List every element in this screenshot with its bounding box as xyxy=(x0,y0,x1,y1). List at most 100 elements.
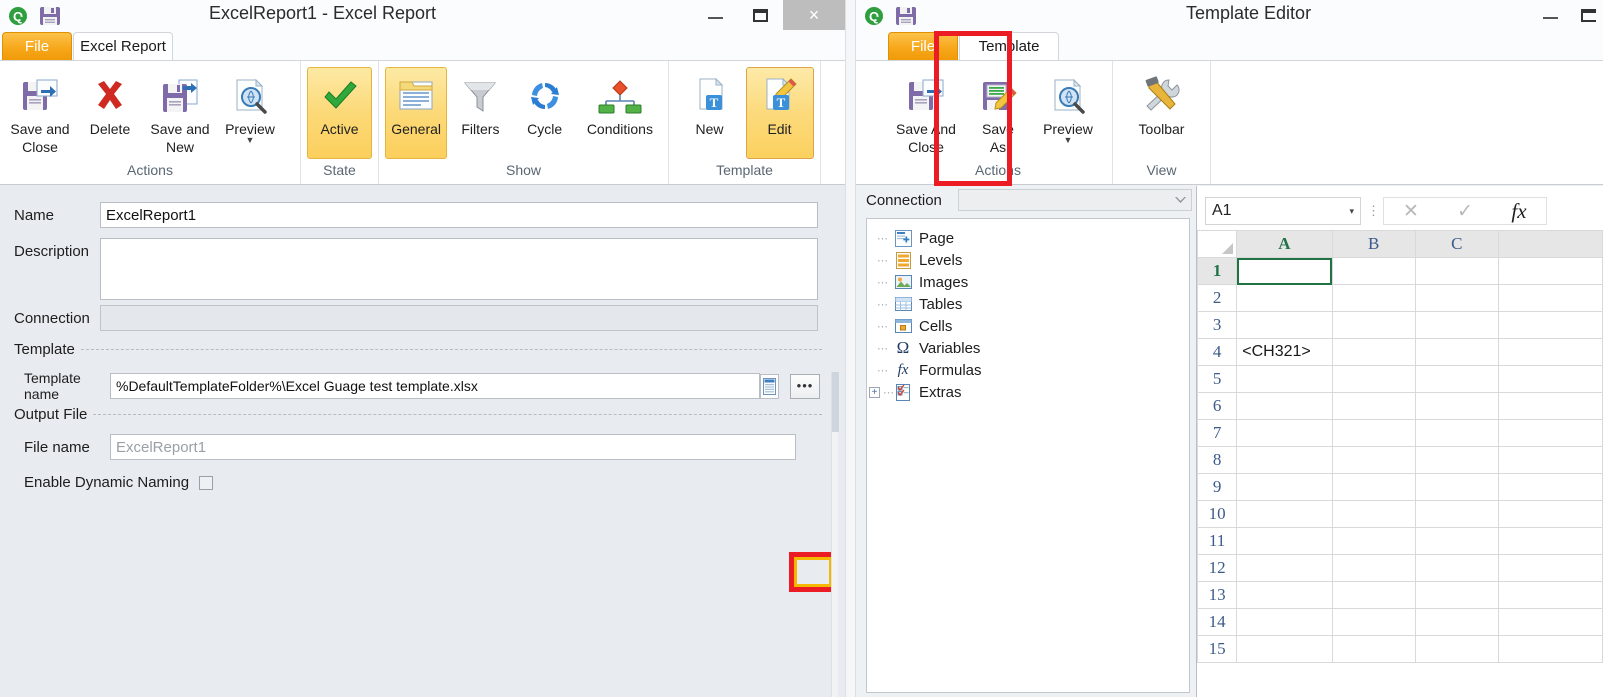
cell-d6[interactable] xyxy=(1497,392,1603,420)
row-header-11[interactable]: 11 xyxy=(1197,527,1238,555)
cell-b5[interactable] xyxy=(1331,365,1416,393)
cell-d13[interactable] xyxy=(1497,581,1603,609)
toolbar-button[interactable]: Toolbar xyxy=(1122,67,1202,153)
tab-excel-report[interactable]: Excel Report xyxy=(73,32,173,60)
cancel-formula-icon[interactable]: ✕ xyxy=(1384,198,1438,224)
template-tree[interactable]: ⋯ Page ⋯ Levels ⋯ Images ⋯ Tables ⋯ Cell… xyxy=(866,218,1190,693)
tree-item-extras[interactable]: + ⋯ Extras xyxy=(867,381,1189,403)
cell-d3[interactable] xyxy=(1497,311,1603,339)
cell-c12[interactable] xyxy=(1414,554,1499,582)
preview-button[interactable]: Preview ▼ xyxy=(1034,67,1102,153)
cell-c5[interactable] xyxy=(1414,365,1499,393)
tree-item-images[interactable]: ⋯ Images xyxy=(867,271,1189,293)
description-input[interactable] xyxy=(100,238,818,300)
tree-item-levels[interactable]: ⋯ Levels xyxy=(867,249,1189,271)
cell-c2[interactable] xyxy=(1414,284,1499,312)
template-name-input[interactable]: %DefaultTemplateFolder%\Excel Guage test… xyxy=(110,373,760,399)
cell-b3[interactable] xyxy=(1331,311,1416,339)
preview-dropdown-caret-icon[interactable]: ▼ xyxy=(246,136,255,145)
minimize-button[interactable] xyxy=(693,0,738,30)
row-header-2[interactable]: 2 xyxy=(1197,284,1238,312)
cell-b2[interactable] xyxy=(1331,284,1416,312)
row-header-15[interactable]: 15 xyxy=(1197,635,1238,663)
tree-item-formulas[interactable]: ⋯ fx Formulas xyxy=(867,359,1189,381)
cell-d1[interactable] xyxy=(1497,257,1603,285)
edit-template-button[interactable]: T Edit xyxy=(745,67,814,159)
cell-c3[interactable] xyxy=(1414,311,1499,339)
cell-b6[interactable] xyxy=(1331,392,1416,420)
cell-a7[interactable] xyxy=(1236,419,1333,447)
cell-b14[interactable] xyxy=(1331,608,1416,636)
cell-a11[interactable] xyxy=(1236,527,1333,555)
cell-c13[interactable] xyxy=(1414,581,1499,609)
cell-d2[interactable] xyxy=(1497,284,1603,312)
cell-c1[interactable] xyxy=(1414,257,1499,285)
name-box-caret-icon[interactable]: ▾ xyxy=(1349,206,1354,217)
maximize-button[interactable] xyxy=(738,0,783,30)
row-header-12[interactable]: 12 xyxy=(1197,554,1238,582)
left-scrollbar-thumb[interactable] xyxy=(832,372,839,432)
cell-b9[interactable] xyxy=(1331,473,1416,501)
tree-item-tables[interactable]: ⋯ Tables xyxy=(867,293,1189,315)
cell-d11[interactable] xyxy=(1497,527,1603,555)
cell-a9[interactable] xyxy=(1236,473,1333,501)
delete-button[interactable]: Delete xyxy=(76,67,144,153)
close-button[interactable]: × xyxy=(783,0,845,30)
row-header-4[interactable]: 4 xyxy=(1197,338,1238,366)
insert-function-icon[interactable]: fx xyxy=(1492,198,1546,224)
cell-b12[interactable] xyxy=(1331,554,1416,582)
cell-b1[interactable] xyxy=(1331,257,1416,285)
cell-b11[interactable] xyxy=(1331,527,1416,555)
cell-a14[interactable] xyxy=(1236,608,1333,636)
cell-a13[interactable] xyxy=(1236,581,1333,609)
cell-c14[interactable] xyxy=(1414,608,1499,636)
cell-b8[interactable] xyxy=(1331,446,1416,474)
cell-a15[interactable] xyxy=(1236,635,1333,663)
name-input[interactable]: ExcelReport1 xyxy=(100,202,818,228)
file-name-input[interactable]: ExcelReport1 xyxy=(110,434,796,460)
row-header-6[interactable]: 6 xyxy=(1197,392,1238,420)
column-header-d[interactable] xyxy=(1497,230,1603,258)
column-header-a[interactable]: A xyxy=(1236,230,1333,258)
template-picker-button[interactable] xyxy=(760,373,779,399)
cell-b15[interactable] xyxy=(1331,635,1416,663)
dynamic-naming-checkbox[interactable] xyxy=(199,475,214,490)
tree-item-variables[interactable]: ⋯ Ω Variables xyxy=(867,337,1189,359)
expand-extras-button[interactable]: + xyxy=(869,386,880,398)
row-header-7[interactable]: 7 xyxy=(1197,419,1238,447)
cell-b13[interactable] xyxy=(1331,581,1416,609)
cell-a8[interactable] xyxy=(1236,446,1333,474)
tab-file[interactable]: File xyxy=(2,32,72,60)
cell-d5[interactable] xyxy=(1497,365,1603,393)
cell-a1[interactable] xyxy=(1236,257,1333,285)
tree-item-cells[interactable]: ⋯ Cells xyxy=(867,315,1189,337)
row-header-3[interactable]: 3 xyxy=(1197,311,1238,339)
select-all-corner[interactable] xyxy=(1197,230,1238,258)
column-header-c[interactable]: C xyxy=(1414,230,1499,258)
cycle-button[interactable]: Cycle xyxy=(514,67,576,153)
row-header-8[interactable]: 8 xyxy=(1197,446,1238,474)
row-header-9[interactable]: 9 xyxy=(1197,473,1238,501)
spreadsheet-grid[interactable]: A B C 1 2 3 4 <CH321> 5 6 7 8 9 10 11 12… xyxy=(1197,230,1603,663)
connection-dropdown[interactable] xyxy=(958,189,1192,211)
cell-c6[interactable] xyxy=(1414,392,1499,420)
save-and-close-button[interactable]: Save and Close xyxy=(6,67,74,156)
cell-c4[interactable] xyxy=(1414,338,1499,366)
active-toggle-button[interactable]: Active xyxy=(307,67,372,159)
cell-a5[interactable] xyxy=(1236,365,1333,393)
cell-c11[interactable] xyxy=(1414,527,1499,555)
maximize-button[interactable] xyxy=(1573,0,1603,30)
cell-c9[interactable] xyxy=(1414,473,1499,501)
conditions-button[interactable]: Conditions xyxy=(578,67,662,153)
new-template-button[interactable]: T New xyxy=(676,67,744,153)
cell-a2[interactable] xyxy=(1236,284,1333,312)
name-box[interactable]: A1 ▾ xyxy=(1205,197,1361,225)
cell-a3[interactable] xyxy=(1236,311,1333,339)
cell-c10[interactable] xyxy=(1414,500,1499,528)
cell-d10[interactable] xyxy=(1497,500,1603,528)
cell-c15[interactable] xyxy=(1414,635,1499,663)
cell-c8[interactable] xyxy=(1414,446,1499,474)
filters-button[interactable]: Filters xyxy=(449,67,511,153)
cell-b4[interactable] xyxy=(1331,338,1416,366)
cell-d8[interactable] xyxy=(1497,446,1603,474)
